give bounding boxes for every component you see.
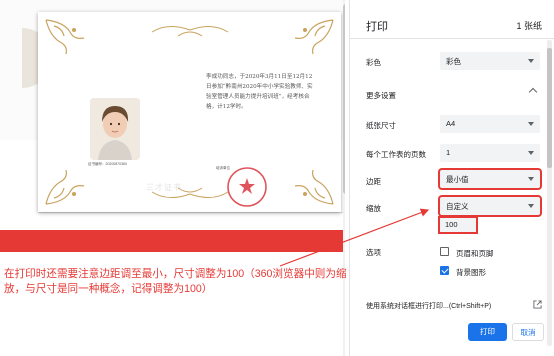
system-dialog-link[interactable]: 使用系统对话框进行打印...(Ctrl+Shift+P) — [366, 301, 491, 311]
chevron-down-icon — [528, 204, 534, 208]
paper-size-value: A4 — [446, 119, 456, 128]
print-settings-panel: 打印 1 张纸 彩色 彩色 更多设置 纸张尺寸 A4 每个工作表的页数 1 边距… — [349, 0, 554, 356]
corner-ornament-bottom-right — [294, 169, 334, 205]
panel-title: 打印 — [366, 21, 388, 33]
background-graphics-checkbox[interactable] — [440, 266, 449, 275]
color-label: 彩色 — [366, 58, 381, 67]
preview-scrollbar-thumb[interactable] — [343, 4, 345, 194]
corner-ornament-top-right — [294, 19, 334, 55]
pages-per-sheet-label: 每个工作表的页数 — [366, 150, 426, 159]
background-graphics-label: 背景图形 — [456, 268, 486, 277]
pages-per-sheet-value: 1 — [446, 148, 451, 157]
certificate-watermark: 三才证书 — [146, 183, 182, 192]
chevron-down-icon — [528, 122, 534, 126]
panel-divider — [350, 38, 554, 39]
background-divider — [38, 212, 343, 213]
print-preview-area: 李成功同志，于2020年3月11日至12月12日参加“黔南州2020年中小学实验… — [0, 0, 345, 356]
margins-label: 边距 — [366, 177, 381, 186]
cancel-button[interactable]: 取消 — [512, 323, 544, 341]
margins-select[interactable]: 最小值 — [438, 168, 542, 190]
headers-footers-checkbox[interactable] — [440, 247, 449, 256]
color-select-value: 彩色 — [446, 57, 461, 66]
background-red-bar — [0, 230, 345, 252]
top-center-ornament — [151, 26, 229, 37]
margins-value: 最小值 — [446, 175, 469, 184]
options-label: 选项 — [366, 248, 381, 257]
scale-value: 自定义 — [446, 202, 469, 211]
pages-per-sheet-select[interactable]: 1 — [440, 144, 540, 162]
chevron-down-icon — [528, 177, 534, 181]
paper-size-select[interactable]: A4 — [440, 115, 540, 133]
certificate-preview-page: 李成功同志，于2020年3月11日至12月12日参加“黔南州2020年中小学实验… — [38, 12, 341, 212]
more-settings-toggle[interactable]: 更多设置 — [366, 90, 396, 101]
certificate-photo — [90, 98, 140, 160]
corner-ornament-bottom-left — [45, 169, 85, 205]
chevron-up-icon[interactable] — [528, 87, 538, 97]
scale-percent-input[interactable]: 100 — [438, 216, 478, 234]
chevron-down-icon — [528, 151, 534, 155]
certificate-number: 证书编号：20200870360 — [88, 162, 127, 166]
child-portrait-image — [90, 98, 140, 160]
chevron-down-icon — [528, 59, 534, 63]
open-external-icon[interactable] — [533, 300, 542, 309]
official-seal-stamp — [227, 167, 267, 207]
paper-size-label: 纸张尺寸 — [366, 121, 396, 130]
annotation-text: 在打印时还需要注意边距调至最小，尺寸调整为100（360浏览器中则为缩放，与尺寸… — [4, 268, 347, 295]
corner-ornament-top-left — [45, 19, 85, 55]
sheet-count: 1 张纸 — [516, 21, 542, 31]
scale-label: 缩放 — [366, 204, 381, 213]
print-button[interactable]: 打印 — [468, 323, 507, 341]
certificate-body-text: 李成功同志，于2020年3月11日至12月12日参加“黔南州2020年中小学实验… — [206, 74, 313, 110]
headers-footers-label: 页眉和页脚 — [456, 249, 494, 258]
scroll-down-arrow-icon[interactable]: ▼ — [344, 344, 345, 350]
scale-select[interactable]: 自定义 — [438, 195, 542, 217]
settings-scrollbar-thumb[interactable] — [547, 48, 552, 168]
color-select[interactable]: 彩色 — [440, 52, 540, 70]
